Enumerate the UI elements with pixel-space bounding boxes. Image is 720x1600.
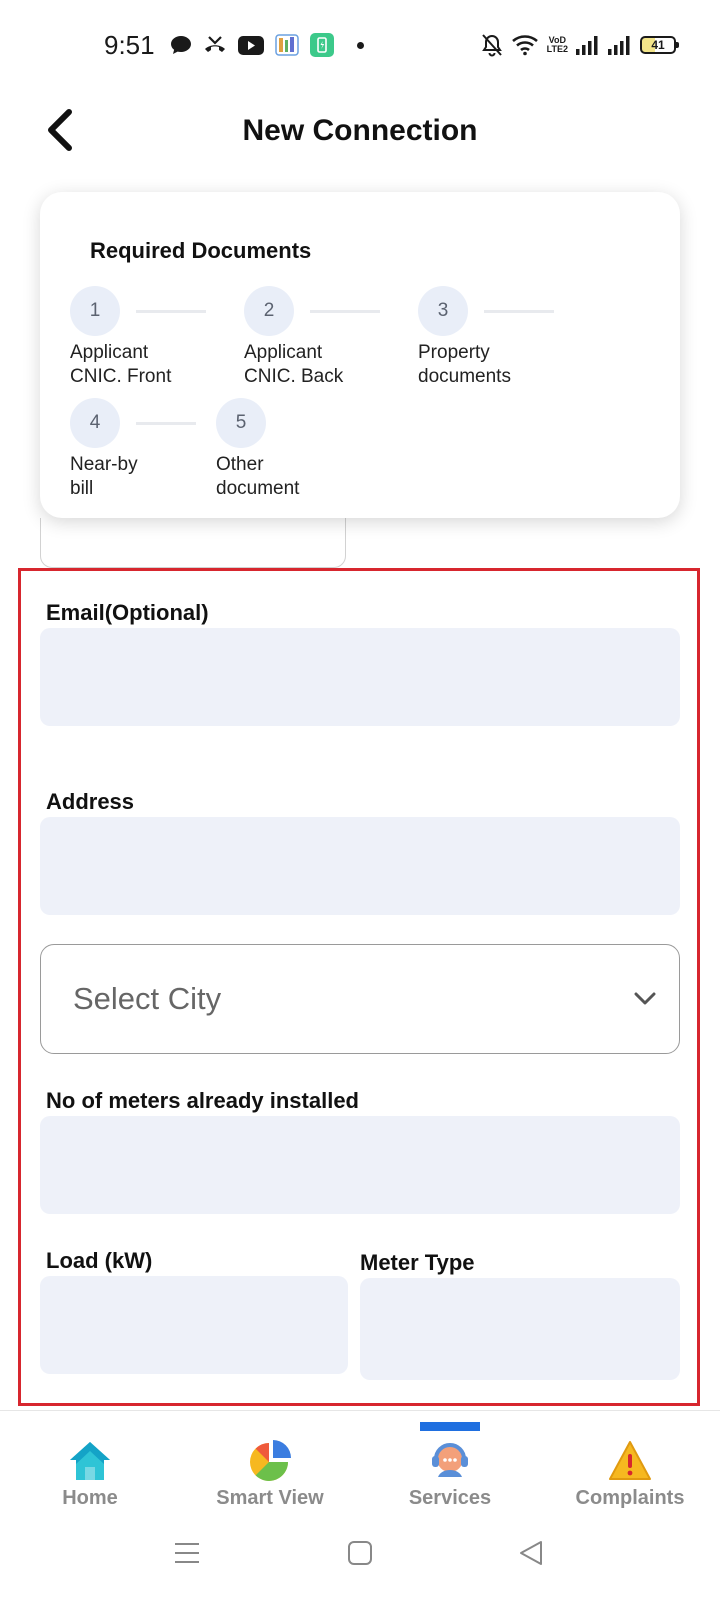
step-label: Other document xyxy=(216,453,299,501)
city-select-placeholder: Select City xyxy=(73,981,222,1016)
wifi-icon xyxy=(511,35,538,56)
document-step-4[interactable]: 4 Near-by bill xyxy=(70,398,196,501)
page-title: New Connection xyxy=(242,114,478,147)
dot-icon xyxy=(357,41,364,49)
chat-bubble-icon xyxy=(171,36,191,54)
system-status-icons: VoD LTE2 41 xyxy=(481,32,679,58)
nav-home[interactable]: Home xyxy=(0,1411,180,1521)
step-label: Near-by bill xyxy=(70,453,138,501)
nav-label: Services xyxy=(408,1487,492,1509)
step-label: Applicant CNIC. Back xyxy=(244,341,343,389)
step-label: Applicant CNIC. Front xyxy=(70,341,171,389)
nav-smart-view[interactable]: Smart View xyxy=(180,1411,360,1521)
step-connector xyxy=(136,422,196,425)
meters-installed-field[interactable] xyxy=(40,1116,680,1214)
document-step-1[interactable]: 1 Applicant CNIC. Front xyxy=(70,286,206,389)
active-tab-indicator xyxy=(420,1422,480,1431)
step-label-line: Property xyxy=(418,342,490,363)
step-connector xyxy=(484,310,554,313)
notification-icons xyxy=(170,33,364,57)
nav-label: Home xyxy=(62,1487,118,1509)
signal-icon xyxy=(576,36,598,55)
nav-complaints[interactable]: Complaints xyxy=(540,1411,720,1521)
battery-level: 41 xyxy=(651,38,665,52)
city-select[interactable]: Select City xyxy=(40,944,680,1054)
step-label-line: Applicant xyxy=(70,342,149,363)
document-step-5[interactable]: 5 Other document xyxy=(216,398,299,501)
nav-label: Smart View xyxy=(216,1487,324,1509)
status-bar: 9:51 VoD LTE2 41 xyxy=(0,0,720,90)
step-connector xyxy=(136,310,206,313)
address-label: Address xyxy=(46,789,135,814)
required-documents-title: Required Documents xyxy=(90,238,312,263)
step-label-line: Other xyxy=(216,454,264,475)
volte-icon: VoD LTE2 xyxy=(546,35,568,54)
step-number: 5 xyxy=(216,398,266,448)
bottom-navigation: Home Smart View Services Complaints xyxy=(0,1410,720,1520)
youtube-icon xyxy=(238,35,264,55)
step-number: 2 xyxy=(244,286,294,336)
home-button-icon[interactable] xyxy=(347,1540,373,1566)
step-label-line: document xyxy=(216,478,300,499)
missed-call-icon xyxy=(205,36,225,52)
step-label-line: Applicant xyxy=(244,342,323,363)
menu-icon[interactable] xyxy=(174,1540,200,1566)
support-agent-icon xyxy=(432,1443,468,1477)
meter-type-field[interactable] xyxy=(360,1278,680,1380)
nav-label: Complaints xyxy=(575,1487,685,1509)
load-label: Load (kW) xyxy=(46,1248,153,1273)
step-number: 3 xyxy=(418,286,468,336)
step-number: 4 xyxy=(70,398,120,448)
document-step-2[interactable]: 2 Applicant CNIC. Back xyxy=(244,286,380,389)
signal-icon xyxy=(608,36,630,55)
document-step-3[interactable]: 3 Property documents xyxy=(418,286,554,389)
step-label-line: documents xyxy=(418,366,511,387)
step-connector xyxy=(310,310,380,313)
battery-icon: 41 xyxy=(640,36,679,54)
email-field[interactable] xyxy=(40,628,680,726)
pie-chart-icon xyxy=(250,1440,291,1481)
home-icon xyxy=(70,1442,110,1480)
app-icon xyxy=(275,34,299,56)
required-documents-card: Required Documents 1 Applicant CNIC. Fro… xyxy=(40,192,680,518)
load-field[interactable] xyxy=(40,1276,348,1374)
chevron-down-icon xyxy=(634,992,656,1005)
email-label: Email(Optional) xyxy=(46,600,209,625)
battery-saver-icon xyxy=(310,33,334,57)
step-label-line: CNIC. Back xyxy=(244,366,344,387)
address-field[interactable] xyxy=(40,817,680,915)
step-label-line: Near-by xyxy=(70,454,138,475)
previous-field-edge[interactable] xyxy=(40,518,346,568)
step-number: 1 xyxy=(70,286,120,336)
step-label-line: bill xyxy=(70,478,94,499)
meter-type-label: Meter Type xyxy=(360,1250,475,1275)
status-time: 9:51 xyxy=(104,30,155,60)
step-label-line: CNIC. Front xyxy=(70,366,172,387)
bell-off-icon xyxy=(481,34,502,57)
step-label: Property documents xyxy=(418,341,511,389)
back-triangle-icon[interactable] xyxy=(518,1540,544,1566)
system-navigation xyxy=(0,1520,720,1600)
warning-icon xyxy=(609,1441,651,1480)
meters-label: No of meters already installed xyxy=(46,1088,359,1113)
